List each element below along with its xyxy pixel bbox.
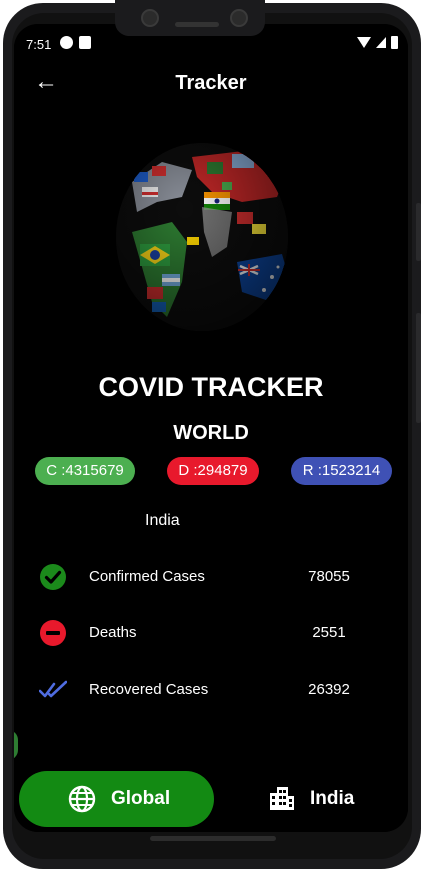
nav-global-tab[interactable]: Global [19,771,214,827]
nav-india-label: India [310,788,355,809]
world-deaths-badge[interactable]: D :294879 [167,457,259,485]
confirmed-label: Confirmed Cases [89,568,205,585]
edge-handle [14,730,18,760]
recovered-row: Recovered Cases 26392 [14,669,408,709]
nav-india-tab[interactable]: India [254,771,394,827]
deaths-row: Deaths 2551 [14,612,408,652]
confirmed-row: Confirmed Cases 78055 [14,556,408,596]
volume-button [416,313,421,423]
building-icon [270,787,294,810]
minus-circle-icon [40,620,66,646]
country-name: India [145,512,180,529]
world-confirmed-badge[interactable]: C :4315679 [35,457,135,485]
sim-card-icon [79,36,91,49]
front-camera-icon [141,9,159,27]
earpiece-speaker [175,22,219,27]
page-title: Tracker [175,72,247,94]
recovered-label: Recovered Cases [89,681,209,698]
bottom-navigation: Global India [14,764,408,832]
signal-icon [376,37,386,48]
status-time: 7:51 [26,37,52,52]
wifi-icon [357,37,371,48]
battery-icon [391,36,398,49]
app-screen: 7:51 ← Tracker COVID TRACKER WORLD C:43… [14,24,408,832]
notification-icons [60,36,91,49]
app-heading: COVID TRACKER [98,372,324,402]
system-icons [357,36,398,49]
world-recovered-badge[interactable]: R :1523214 [291,457,392,485]
recovered-value: 26392 [308,681,350,698]
globe-icon [68,785,96,813]
world-flags-globe-icon [116,143,288,331]
world-subheading: WORLD [173,422,249,444]
power-button [416,203,421,261]
confirmed-value: 78055 [308,568,350,585]
double-check-icon [39,680,67,698]
deaths-value: 2551 [312,624,346,641]
app-bar: ← Tracker [14,58,408,110]
home-indicator [150,836,276,841]
notification-app-icon [60,36,73,49]
deaths-label: Deaths [89,624,137,641]
front-sensor-icon [230,9,248,27]
nav-global-label: Global [111,788,171,809]
check-circle-icon [40,564,66,590]
